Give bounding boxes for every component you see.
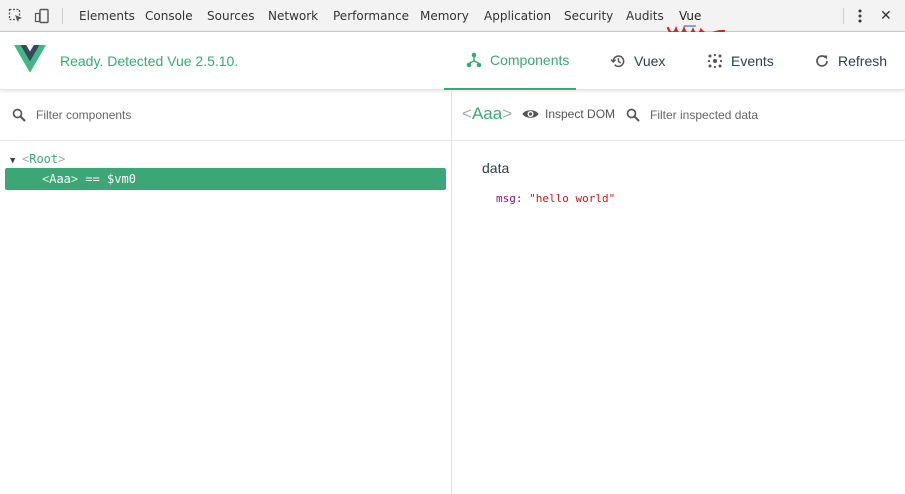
- inspector-toolbar: <Aaa> Inspect DOM: [452, 90, 905, 141]
- tab-console[interactable]: Console: [145, 9, 193, 23]
- nav-components[interactable]: Components: [444, 32, 576, 90]
- inspector-pane: <Aaa> Inspect DOM data msg: "hello world…: [452, 90, 905, 494]
- tab-vue[interactable]: Vue: [679, 9, 701, 23]
- vue-status-message: Ready. Detected Vue 2.5.10.: [60, 53, 239, 69]
- tab-sources[interactable]: Sources: [207, 9, 254, 23]
- nav-refresh-label: Refresh: [838, 53, 888, 69]
- search-icon: [12, 108, 26, 122]
- vm-reference: == $vm0: [78, 172, 136, 186]
- tab-security[interactable]: Security: [564, 9, 613, 23]
- component-filter-bar: [0, 90, 451, 141]
- tag-close-bracket: >: [502, 104, 513, 123]
- tab-elements[interactable]: Elements: [79, 9, 135, 23]
- nav-events[interactable]: Events: [707, 32, 774, 90]
- tree-node-aaa-label: Aaa: [49, 172, 71, 186]
- history-icon: [610, 53, 626, 69]
- data-section-heading: data: [482, 160, 510, 176]
- events-icon: [707, 53, 723, 69]
- nav-refresh[interactable]: Refresh: [814, 32, 887, 90]
- inspected-component-name: Aaa: [471, 104, 503, 123]
- data-property-msg[interactable]: msg: "hello world": [496, 192, 615, 205]
- search-icon: [626, 108, 640, 122]
- tag-open-bracket: <: [462, 104, 472, 123]
- property-value: "hello world": [529, 192, 616, 205]
- nav-vuex-label: Vuex: [634, 53, 666, 69]
- tab-memory[interactable]: Memory: [420, 9, 469, 23]
- nav-vuex[interactable]: Vuex: [610, 32, 665, 90]
- component-tree-pane: ▼<Root> <Aaa> == $vm0: [0, 90, 452, 494]
- device-toolbar-icon[interactable]: [34, 8, 50, 24]
- refresh-icon: [814, 53, 830, 69]
- nav-events-label: Events: [731, 53, 774, 69]
- toolbar-divider-right: [843, 8, 844, 24]
- tab-audits[interactable]: Audits: [626, 9, 664, 23]
- property-colon: :: [515, 192, 523, 205]
- filter-components-input[interactable]: [36, 105, 436, 125]
- more-vert-icon[interactable]: [852, 8, 868, 24]
- nav-components-label: Components: [490, 52, 570, 68]
- eye-icon: [522, 110, 539, 118]
- tab-application[interactable]: Application: [484, 9, 551, 23]
- toolbar-divider: [62, 8, 63, 24]
- tree-node-aaa-selected[interactable]: <Aaa> == $vm0: [5, 168, 446, 190]
- inspect-element-icon[interactable]: [8, 8, 24, 24]
- close-icon[interactable]: ✕: [880, 9, 892, 23]
- tree-node-root-label: Root: [29, 152, 59, 166]
- inspect-dom-label: Inspect DOM: [545, 107, 616, 121]
- inspect-dom-button[interactable]: Inspect DOM: [522, 107, 615, 121]
- components-icon: [466, 52, 482, 68]
- inspected-component-title: <Aaa>: [462, 104, 512, 124]
- tab-performance[interactable]: Performance: [333, 9, 409, 23]
- filter-inspected-data-input[interactable]: [650, 105, 890, 125]
- tab-network[interactable]: Network: [268, 9, 318, 23]
- devtools-tab-bar: Elements Console Sources Network Perform…: [0, 0, 905, 35]
- data-section: data msg: "hello world": [482, 160, 615, 205]
- property-key: msg: [496, 192, 516, 205]
- vue-devtools-header: Ready. Detected Vue 2.5.10. Components V…: [0, 32, 905, 90]
- tag-close-bracket: >: [58, 152, 66, 166]
- tree-node-root[interactable]: ▼ <Root>: [10, 148, 430, 170]
- vue-logo-icon: [14, 45, 46, 73]
